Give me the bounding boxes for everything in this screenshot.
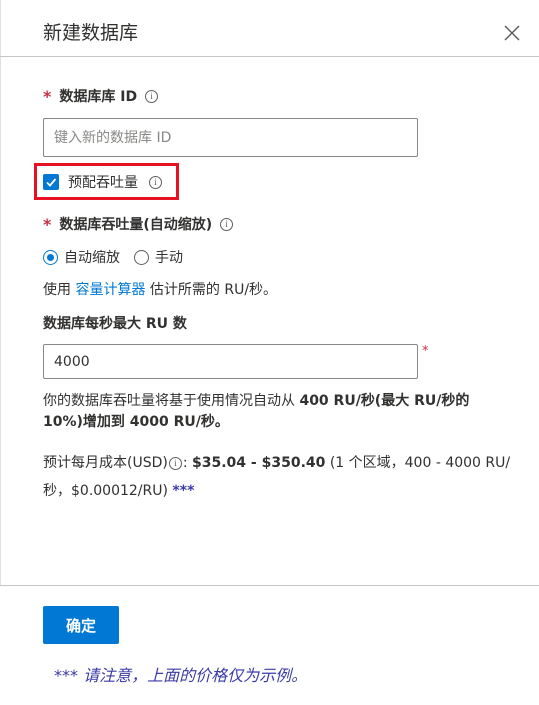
autoscale-description: 你的数据库吞吐量将基于使用情况自动从 400 RU/秒(最大 RU/秒的 10%… [43,391,503,433]
close-icon [504,25,520,41]
provision-throughput-label: 预配吞吐量 [68,175,138,191]
required-mark: * [43,86,52,106]
radio-selected-icon[interactable] [43,249,58,265]
cost-range: $35.04 - $350.40 [192,455,326,471]
description-text: 你的数据库吞吐量将基于使用情况自动从 [43,393,295,409]
max-ru-label: 数据库每秒最大 RU 数 [43,316,187,332]
checkmark-icon [46,178,57,187]
hint-suffix: 估计所需的 RU/秒。 [149,282,278,298]
cost-stars: *** [172,483,195,499]
info-icon[interactable]: i [145,89,159,103]
capacity-calculator-hint: 使用 容量计算器 估计所需的 RU/秒。 [43,279,277,299]
database-id-field[interactable] [43,118,418,157]
radio-autoscale[interactable]: 自动缩放 [43,247,120,267]
database-id-label: 数据库库 ID [59,89,138,105]
radio-unselected-icon[interactable] [134,249,149,265]
required-mark: * [422,344,429,359]
cost-colon: : [182,455,188,471]
provision-throughput-checkbox[interactable] [43,174,59,190]
capacity-calculator-link[interactable]: 容量计算器 [75,282,145,298]
info-icon[interactable]: i [168,456,182,470]
radio-manual-label: 手动 [155,250,183,266]
close-button[interactable] [499,20,525,46]
database-id-label-row: * 数据库库 ID i [43,86,159,106]
cost-prefix: 预计每月成本(USD) [43,455,168,471]
header-divider [0,56,539,57]
provision-throughput-row: 预配吞吐量 i [43,172,162,192]
throughput-mode-radios: 自动缩放 手动 [43,247,197,267]
footer-divider [0,585,539,586]
database-id-input[interactable] [44,119,417,156]
ok-button[interactable]: 确定 [43,606,119,644]
radio-autoscale-label: 自动缩放 [64,250,120,266]
throughput-label: 数据库吞吐量(自动缩放) [59,217,213,233]
panel-left-border [0,0,1,586]
info-icon[interactable]: i [220,217,234,231]
price-note: *** 请注意，上面的价格仅为示例。 [54,666,308,685]
hint-prefix: 使用 [43,282,71,298]
cost-estimate: 预计每月成本(USD) i: $35.04 - $350.40 (1 个区域，40… [43,449,513,505]
required-mark: * [43,214,52,234]
radio-manual[interactable]: 手动 [134,247,183,267]
throughput-label-row: * 数据库吞吐量(自动缩放) i [43,214,234,234]
max-ru-field[interactable] [43,344,418,379]
dialog-title: 新建数据库 [43,22,139,44]
info-icon[interactable]: i [149,175,162,189]
max-ru-input[interactable] [44,345,417,378]
